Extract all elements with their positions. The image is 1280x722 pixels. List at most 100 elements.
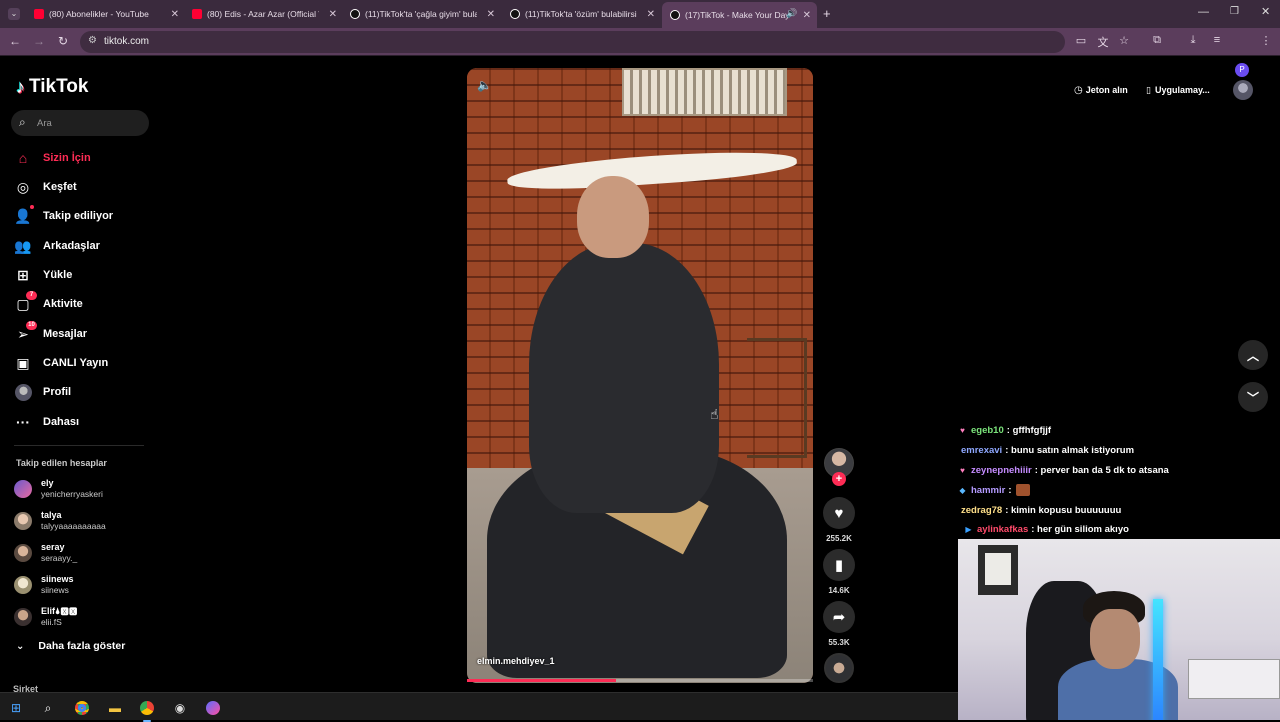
chat-message: ♥ zeynepnehiiir : perver ban da 5 dk to …: [958, 462, 1169, 478]
chat-username: emrexavi: [961, 444, 1003, 456]
tiktok-logo[interactable]: ♪ TikTok: [16, 76, 88, 98]
like-button[interactable]: ♥: [823, 497, 855, 529]
followed-account[interactable]: seray seraayy._: [14, 540, 77, 566]
search-icon[interactable]: ⌕: [19, 115, 26, 130]
video-player[interactable]: [467, 68, 813, 683]
music-disc-icon[interactable]: [824, 653, 854, 683]
browser-tab[interactable]: (11)TikTok'ta 'çağla giyim' bula ✕: [350, 4, 495, 24]
chat-username: egeb10: [971, 424, 1004, 436]
windows-start-icon[interactable]: ⊞: [8, 700, 24, 716]
search-input[interactable]: [37, 114, 142, 132]
nav-more[interactable]: ··· Dahası: [14, 411, 79, 433]
site-info-icon[interactable]: ⚙: [88, 35, 97, 46]
webcam-frame: [1090, 609, 1140, 669]
get-coins-button[interactable]: ◷ Jeton alın: [1074, 80, 1128, 100]
chrome-icon[interactable]: [74, 700, 90, 716]
browser-menu-icon[interactable]: ⋮: [1259, 34, 1273, 47]
back-button[interactable]: ←: [7, 34, 23, 48]
chat-text: gffhfgfjjf: [1012, 424, 1052, 436]
close-tab-icon[interactable]: ✕: [171, 9, 179, 20]
close-tab-icon[interactable]: ✕: [329, 9, 337, 20]
extensions-icon[interactable]: ⧉: [1150, 34, 1164, 47]
tab-title: (11)TikTok'ta 'çağla giyim' bula: [365, 9, 477, 19]
nav-explore[interactable]: ◎ Keşfet: [14, 176, 77, 198]
show-more-button[interactable]: ⌄ Daha fazla göster: [16, 640, 125, 652]
nav-label: Sizin İçin: [43, 152, 91, 164]
chrome-profile-icon[interactable]: [139, 700, 155, 722]
tiktok-wordmark: TikTok: [29, 76, 89, 97]
media-control-icon[interactable]: ≡: [1210, 34, 1224, 46]
tiktok-icon: [670, 10, 680, 20]
followed-account[interactable]: ely yenicherryaskeri: [14, 476, 103, 502]
tiktok-icon: [510, 9, 520, 19]
browser-tab[interactable]: (11)TikTok'ta 'özüm' bulabilirsin ✕: [510, 4, 655, 24]
close-tab-icon[interactable]: ✕: [647, 9, 655, 20]
avatar: [14, 544, 32, 562]
restore-button[interactable]: ❐: [1230, 6, 1239, 17]
browser-tab[interactable]: (80) Edis - Azar Azar (Official Vi ✕: [192, 4, 337, 24]
translate-icon[interactable]: 文: [1096, 34, 1110, 50]
heart-badge-icon: ♥: [960, 465, 965, 475]
search-box[interactable]: ⌕: [11, 110, 149, 136]
bookmark-star-icon[interactable]: ☆: [1117, 34, 1131, 47]
mouse-cursor-icon: ☝: [710, 406, 719, 422]
chat-message: ▶ aylinkafkas : her gün siliom akıyo: [958, 521, 1129, 537]
followed-account[interactable]: talya talyyaaaaaaaaaa: [14, 508, 106, 534]
webcam-frame: [1188, 659, 1280, 699]
avatar: [14, 512, 32, 530]
upload-icon: ⊞: [17, 266, 29, 283]
app-icon[interactable]: [205, 700, 221, 716]
followed-account[interactable]: siinews siinews: [14, 572, 74, 598]
url-text: tiktok.com: [104, 36, 150, 47]
minimize-button[interactable]: —: [1198, 6, 1209, 18]
tab-search-icon[interactable]: ⌄: [8, 8, 20, 20]
followed-account[interactable]: Elif🌢🆇🆇 elii.fS: [14, 604, 77, 630]
address-bar[interactable]: ⚙ tiktok.com: [80, 31, 1065, 53]
get-app-button[interactable]: ▯ Uygulamay...: [1146, 80, 1210, 100]
nav-friends[interactable]: 👥 Arkadaşlar: [14, 235, 100, 257]
nav-activity[interactable]: ▢ 7 Aktivite: [14, 291, 83, 315]
avatar: [14, 576, 32, 594]
next-video-button[interactable]: ﹀: [1238, 382, 1268, 412]
previous-video-button[interactable]: ︿: [1238, 340, 1268, 370]
windows-taskbar: ⊞ ⌕ ▬ ◉: [0, 692, 958, 722]
close-tab-icon[interactable]: ✕: [803, 10, 811, 21]
save-count: 14.6K: [828, 586, 850, 595]
nav-for-you[interactable]: ⌂ Sizin İçin: [14, 147, 91, 169]
video-progress-fill: [467, 679, 616, 682]
nav-messages[interactable]: ➢ 10 Mesajlar: [14, 321, 87, 345]
video-author[interactable]: elmin.mehdiyev_1: [477, 656, 555, 666]
close-window-button[interactable]: ✕: [1261, 5, 1270, 18]
nav-live[interactable]: ▣ CANLI Yayın: [14, 352, 108, 374]
chat-message: emrexavi : bunu satın almak istiyorum: [958, 442, 1134, 458]
video-progress-bar[interactable]: [467, 679, 813, 682]
chat-text: her gün siliom akıyo: [1037, 523, 1129, 535]
share-button[interactable]: ➦: [823, 601, 855, 633]
chat-text: perver ban da 5 dk to atsana: [1040, 464, 1169, 476]
download-icon[interactable]: ⤓: [1186, 34, 1200, 47]
friends-icon: 👥: [14, 237, 32, 254]
nav-following[interactable]: 👤 Takip ediliyor: [14, 205, 113, 227]
volume-icon[interactable]: 🔈: [477, 78, 492, 92]
close-tab-icon[interactable]: ✕: [487, 9, 495, 20]
nav-upload[interactable]: ⊞ Yükle: [14, 264, 72, 286]
browser-tab[interactable]: (80) Abonelikler - YouTube ✕: [34, 4, 179, 24]
user-avatar[interactable]: [1233, 80, 1253, 100]
share-count: 55.3K: [828, 638, 850, 647]
gem-badge-icon: ◆: [959, 485, 966, 495]
nav-profile[interactable]: Profil: [14, 381, 71, 403]
save-button[interactable]: ▮: [823, 549, 855, 581]
browser-tab-strip: ⌄ (80) Abonelikler - YouTube ✕ (80) Edis…: [0, 0, 1280, 28]
browser-tab-active[interactable]: (17)TikTok - Make Your Day 🔊 ✕: [662, 2, 817, 28]
file-explorer-icon[interactable]: ▬: [107, 700, 123, 716]
account-name: ely: [41, 478, 54, 488]
cast-icon[interactable]: ▭: [1074, 34, 1088, 47]
forward-button[interactable]: →: [31, 34, 47, 48]
show-more-label: Daha fazla göster: [38, 640, 126, 652]
search-icon[interactable]: ⌕: [40, 700, 56, 716]
follow-plus-icon[interactable]: +: [832, 472, 846, 486]
new-tab-button[interactable]: +: [823, 6, 831, 21]
browser-profile-avatar[interactable]: P: [1235, 63, 1249, 77]
obs-icon[interactable]: ◉: [172, 700, 188, 716]
reload-button[interactable]: ↻: [55, 34, 71, 48]
